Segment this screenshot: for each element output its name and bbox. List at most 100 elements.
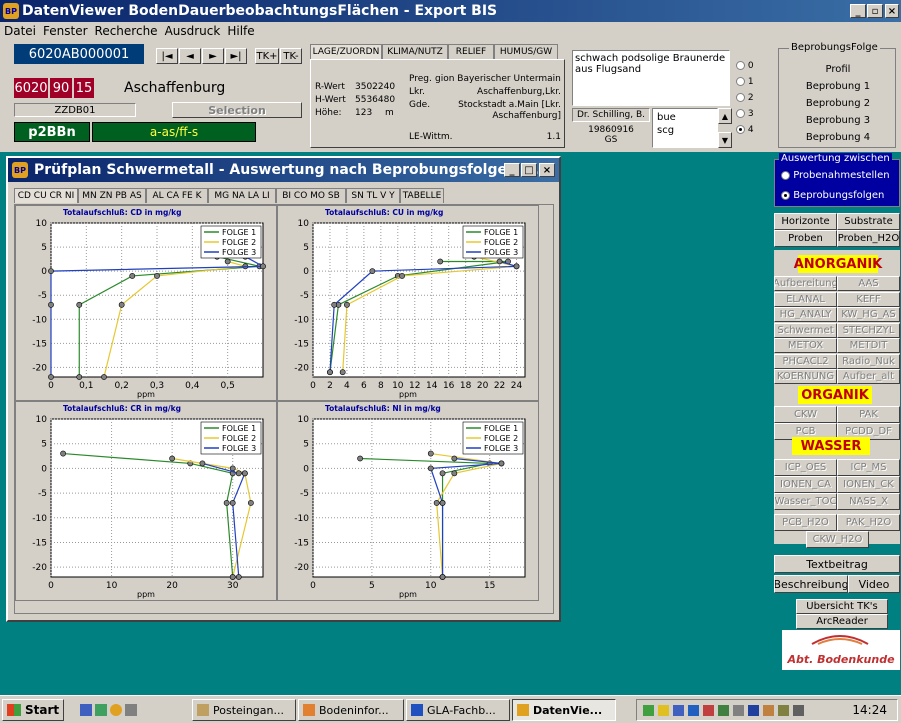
menu-fenster[interactable]: Fenster <box>43 24 88 38</box>
small-list-scroll-up[interactable]: ▲ <box>718 108 732 124</box>
tray-icon-3[interactable] <box>673 704 684 716</box>
tray-icon-2[interactable] <box>658 704 669 716</box>
tray-icon-7[interactable] <box>733 704 744 716</box>
radio-beprobung-2[interactable]: 2 <box>736 90 776 106</box>
tab-mn-zn-pb-as[interactable]: MN ZN PB AS <box>78 188 146 203</box>
anorganik-button-koernung[interactable]: KOERNUNG <box>774 369 837 384</box>
radio-beprobung-0[interactable]: 0 <box>736 58 776 74</box>
radio-beprobungsfolgen[interactable]: Beprobungsfolgen <box>781 190 884 201</box>
tray-icon-1[interactable] <box>643 704 654 716</box>
tray-icon-11[interactable] <box>793 704 804 716</box>
radio-beprobung-1[interactable]: 1 <box>736 74 776 90</box>
radio-probenahmestellen[interactable]: Probenahmestellen <box>781 170 890 181</box>
close-button[interactable]: × <box>885 4 899 18</box>
tk-plus-button[interactable]: TK+ <box>255 48 279 64</box>
anorganik-button-hg-analy[interactable]: HG_ANALY <box>774 307 837 322</box>
proben-button[interactable]: Proben <box>774 230 837 247</box>
proben-h2o-button[interactable]: Proben_H2O <box>837 230 900 247</box>
anorganik-button-metox[interactable]: METOX <box>774 338 837 353</box>
nass-x-button[interactable]: NASS_X <box>837 493 900 510</box>
radio-beprobung-3[interactable]: 3 <box>736 106 776 122</box>
beschreibung-button[interactable]: Beschreibung <box>774 575 848 593</box>
radio-beprobung-4[interactable]: 4 <box>736 122 776 138</box>
ionen-ca-button[interactable]: IONEN_CA <box>774 476 837 493</box>
tab-al-ca-fe-k[interactable]: AL CA FE K <box>146 188 208 203</box>
small-list-scroll-down[interactable]: ▼ <box>718 132 732 148</box>
tray-icon-4[interactable] <box>688 704 699 716</box>
tray-icon-6[interactable] <box>718 704 729 716</box>
minimize-button[interactable]: _ <box>850 4 866 18</box>
quicklaunch-icon-4[interactable] <box>125 704 137 716</box>
tab-humus[interactable]: HUMUS/GW <box>494 44 558 59</box>
anorganik-button-keff[interactable]: KEFF <box>837 291 900 307</box>
anorganik-button-aufbereitung[interactable]: Aufbereitung <box>774 276 837 291</box>
textbeitrag-button[interactable]: Textbeitrag <box>774 555 900 573</box>
taskbar-posteingang[interactable]: Posteingan... <box>192 699 296 721</box>
pcb-h2o-button[interactable]: PCB_H2O <box>774 514 837 531</box>
wasser-toc-button[interactable]: Wasser_TOC <box>774 493 837 510</box>
tab-lage[interactable]: LAGE/ZUORDN <box>310 44 382 59</box>
selection-button[interactable]: Selection <box>172 102 302 118</box>
horizonte-button[interactable]: Horizonte <box>774 213 837 230</box>
anorganik-button-aas[interactable]: AAS <box>837 276 900 291</box>
ionen-ck-button[interactable]: IONEN_CK <box>837 476 900 493</box>
anorganik-button-schwermet[interactable]: Schwermet <box>774 322 837 338</box>
site-id-field[interactable]: 6020AB000001 <box>14 44 144 64</box>
nav-prev-button[interactable]: ◄ <box>179 48 201 64</box>
tab-relief[interactable]: RELIEF <box>448 44 494 59</box>
child-close-button[interactable]: × <box>539 163 555 177</box>
menu-hilfe[interactable]: Hilfe <box>227 24 254 38</box>
tab-mg-na-la-li[interactable]: MG NA LA LI <box>208 188 276 203</box>
ckw-button[interactable]: CKW <box>774 406 837 423</box>
taskbar-bodeninfo[interactable]: Bodeninfor... <box>298 699 404 721</box>
arcreader-button[interactable]: ArcReader <box>796 614 888 629</box>
tray-icon-9[interactable] <box>763 704 774 716</box>
menu-recherche[interactable]: Recherche <box>95 24 158 38</box>
menu-ausdruck[interactable]: Ausdruck <box>165 24 221 38</box>
x-tick-label: 0 <box>48 381 54 391</box>
child-minimize-button[interactable]: _ <box>504 163 520 177</box>
tab-tabelle[interactable]: TABELLE <box>400 188 444 203</box>
quicklaunch-icon-3[interactable] <box>110 704 122 716</box>
quicklaunch-icon-2[interactable] <box>95 704 107 716</box>
quicklaunch-icon-1[interactable] <box>80 704 92 716</box>
pak-button[interactable]: PAK <box>837 406 900 423</box>
start-button[interactable]: Start <box>2 699 64 721</box>
anorganik-button-aufber-alt[interactable]: Aufber_alt <box>837 369 900 384</box>
tab-klima[interactable]: KLIMA/NUTZ <box>382 44 448 59</box>
taskbar-gla-fachb[interactable]: GLA-Fachb... <box>406 699 510 721</box>
icp-ms-button[interactable]: ICP_MS <box>837 459 900 476</box>
tab-cd-cu-cr-ni[interactable]: CD CU CR NI <box>14 188 78 203</box>
pak-h2o-button[interactable]: PAK_H2O <box>837 514 900 531</box>
video-button[interactable]: Video <box>848 575 900 593</box>
tk-minus-button[interactable]: TK- <box>280 48 302 64</box>
tab-bi-co-mo-sb[interactable]: BI CO MO SB <box>276 188 346 203</box>
substrate-button[interactable]: Substrate <box>837 213 900 230</box>
anorganik-button-kw-hg-as[interactable]: KW_HG_AS <box>837 307 900 322</box>
icp-oes-button[interactable]: ICP_OES <box>774 459 837 476</box>
hoehe-unit: m <box>385 108 394 118</box>
tray-icon-10[interactable] <box>778 704 789 716</box>
soil-description[interactable]: schwach podsolige Braunerde aus Flugsand <box>572 50 730 106</box>
taskbar-datenviewer[interactable]: DatenVie... <box>512 699 616 721</box>
x-tick-label: 14 <box>426 381 438 391</box>
anorganik-button-metdit[interactable]: METDIT <box>837 338 900 353</box>
restore-button[interactable]: ▫ <box>867 4 883 18</box>
ckw-h2o-button[interactable]: CKW_H2O <box>806 531 869 548</box>
small-list[interactable]: bue scg <box>652 108 718 148</box>
nav-next-button[interactable]: ► <box>202 48 224 64</box>
tray-icon-5[interactable] <box>703 704 714 716</box>
tab-sn-tl-v-y[interactable]: SN TL V Y <box>346 188 400 203</box>
anorganik-button-phcacl2[interactable]: PHCACL2 <box>774 353 837 369</box>
small-list-item-1[interactable]: bue <box>657 111 713 124</box>
nav-last-button[interactable]: ►| <box>225 48 247 64</box>
tray-icon-8[interactable] <box>748 704 759 716</box>
nav-first-button[interactable]: |◄ <box>156 48 178 64</box>
child-maximize-button[interactable]: □ <box>521 163 537 177</box>
menu-datei[interactable]: Datei <box>4 24 36 38</box>
anorganik-button-elanal[interactable]: ELANAL <box>774 291 837 307</box>
anorganik-button-stechzyl[interactable]: STECHZYL <box>837 322 900 338</box>
uebersicht-tk-button[interactable]: Ubersicht TK's <box>796 599 888 614</box>
anorganik-button-radio-nuk[interactable]: Radio_Nuk <box>837 353 900 369</box>
small-list-item-2[interactable]: scg <box>657 124 713 137</box>
